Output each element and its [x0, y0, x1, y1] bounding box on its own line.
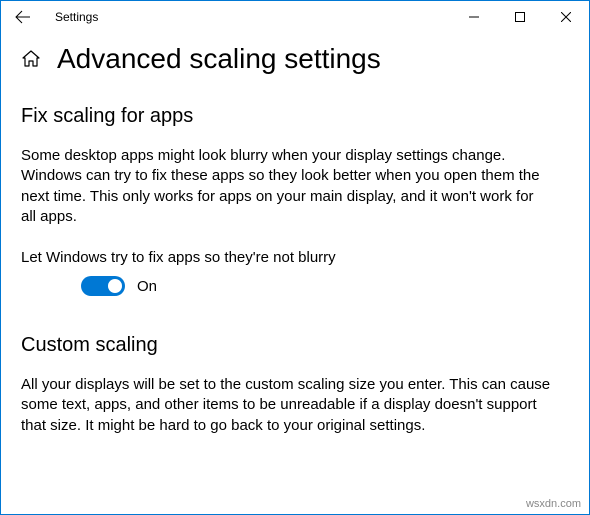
section-custom-scaling-title: Custom scaling — [21, 334, 569, 357]
watermark: wsxdn.com — [526, 498, 581, 510]
home-icon — [21, 49, 41, 69]
toggle-label: Let Windows try to fix apps so they're n… — [21, 249, 569, 266]
back-arrow-icon — [15, 9, 31, 25]
page-title: Advanced scaling settings — [57, 43, 381, 75]
back-button[interactable] — [9, 1, 37, 33]
minimize-icon — [469, 12, 479, 22]
custom-scaling-description: All your displays will be set to the cus… — [21, 375, 551, 436]
titlebar-left: Settings — [9, 1, 98, 33]
close-icon — [561, 12, 571, 22]
toggle-row: On — [81, 276, 569, 296]
maximize-icon — [515, 12, 525, 22]
close-button[interactable] — [543, 1, 589, 33]
titlebar: Settings — [1, 1, 589, 33]
maximize-button[interactable] — [497, 1, 543, 33]
home-button[interactable] — [21, 49, 41, 69]
fix-blurry-toggle[interactable] — [81, 276, 125, 296]
window-controls — [451, 1, 589, 33]
fix-scaling-description: Some desktop apps might look blurry when… — [21, 146, 551, 227]
toggle-state-text: On — [137, 278, 157, 295]
minimize-button[interactable] — [451, 1, 497, 33]
content-area: Advanced scaling settings Fix scaling fo… — [1, 33, 589, 478]
window-title: Settings — [55, 10, 98, 24]
page-header: Advanced scaling settings — [21, 43, 569, 75]
section-fix-scaling-title: Fix scaling for apps — [21, 105, 569, 128]
toggle-knob — [108, 279, 122, 293]
